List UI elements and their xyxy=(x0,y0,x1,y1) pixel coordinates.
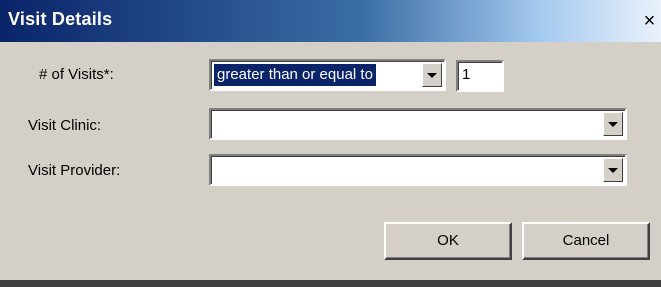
provider-select[interactable] xyxy=(209,154,627,186)
provider-dropdown-button[interactable] xyxy=(603,158,623,182)
clinic-label: Visit Clinic: xyxy=(28,117,102,134)
visit-details-dialog: Visit Details × # of Visits*: greater th… xyxy=(0,0,661,287)
chevron-down-icon xyxy=(427,72,437,78)
visits-label: # of Visits*: xyxy=(39,66,114,83)
dialog-title: Visit Details xyxy=(8,9,113,29)
cancel-button[interactable]: Cancel xyxy=(522,222,650,260)
visits-operator-dropdown-button[interactable] xyxy=(422,63,442,87)
clinic-select[interactable] xyxy=(209,108,627,140)
visits-operator-value: greater than or equal to xyxy=(214,64,376,86)
clinic-value xyxy=(214,113,220,135)
visits-operator-select[interactable]: greater than or equal to xyxy=(209,59,446,91)
ok-button[interactable]: OK xyxy=(384,222,512,260)
close-icon[interactable]: × xyxy=(638,8,661,34)
title-bar[interactable]: Visit Details × xyxy=(0,0,661,42)
visits-count-field[interactable]: 1 xyxy=(456,60,504,92)
provider-value xyxy=(214,159,220,181)
chevron-down-icon xyxy=(608,167,618,173)
dialog-bottom-border xyxy=(0,280,661,287)
clinic-dropdown-button[interactable] xyxy=(603,112,623,136)
chevron-down-icon xyxy=(608,121,618,127)
provider-label: Visit Provider: xyxy=(28,162,121,179)
